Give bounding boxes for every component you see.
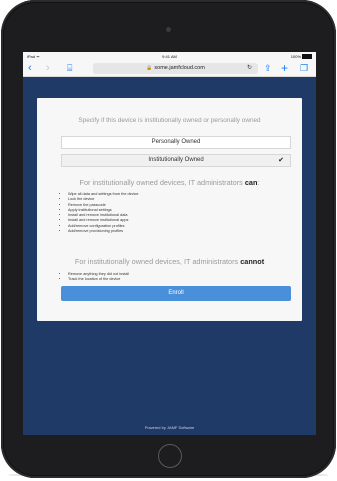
option-label: Personally Owned bbox=[151, 139, 201, 145]
status-bar: iPad ᯤ 9:41 AM 100% bbox=[23, 52, 316, 61]
list-item: Track the location of the device bbox=[68, 277, 129, 282]
cannot-list: Remove anything they did not install Tra… bbox=[61, 272, 129, 283]
reload-icon[interactable]: ↻ bbox=[247, 63, 252, 74]
list-item: Install and remove institutional apps bbox=[68, 218, 139, 223]
cannot-heading-bold: cannot bbox=[240, 257, 265, 266]
can-list: Wipe all data and settings from the devi… bbox=[61, 192, 139, 234]
chevron-right-icon[interactable]: › bbox=[46, 62, 50, 75]
personally-owned-option[interactable]: Personally Owned bbox=[61, 136, 291, 149]
can-heading-bold: can bbox=[244, 178, 258, 187]
status-time: 9:41 AM bbox=[162, 54, 177, 59]
battery-icon bbox=[302, 54, 312, 60]
url-text: some.jamfcloud.com bbox=[154, 65, 205, 71]
camera-icon bbox=[166, 27, 171, 32]
address-bar[interactable]: 🔒 some.jamfcloud.com ↻ bbox=[93, 63, 258, 74]
cannot-heading: For institutionally owned devices, IT ad… bbox=[37, 257, 302, 266]
option-label: Institutionally Owned bbox=[148, 157, 204, 163]
institutionally-owned-option[interactable]: Institutionally Owned ✔ bbox=[61, 154, 291, 167]
can-heading: For institutionally owned devices, IT ad… bbox=[37, 178, 302, 187]
checkmark-icon: ✔ bbox=[278, 157, 284, 164]
book-icon[interactable]: ⌸ bbox=[67, 62, 72, 75]
screen: iPad ᯤ 9:41 AM 100% ‹ › ⌸ 🔒 some.jamfclou… bbox=[23, 52, 316, 435]
powered-by-footer: Powered by JAMF Software bbox=[144, 425, 195, 430]
can-heading-colon: : bbox=[257, 178, 260, 187]
list-item: Add/remove provisioning profiles bbox=[68, 229, 139, 234]
battery-indicator: 100% bbox=[291, 52, 312, 61]
safari-toolbar: ‹ › ⌸ 🔒 some.jamfcloud.com ↻ ⇪ + ❐ bbox=[23, 61, 316, 77]
enroll-button[interactable]: Enroll bbox=[61, 286, 291, 301]
battery-percent: 100% bbox=[290, 54, 301, 59]
lock-icon: 🔒 bbox=[146, 65, 153, 71]
home-button[interactable] bbox=[158, 444, 182, 468]
ipad-frame: iPad ᯤ 9:41 AM 100% ‹ › ⌸ 🔒 some.jamfclou… bbox=[1, 0, 336, 478]
chevron-left-icon[interactable]: ‹ bbox=[28, 62, 32, 75]
tabs-icon[interactable]: ❐ bbox=[300, 62, 308, 75]
ownership-prompt: Specify if this device is institutionall… bbox=[78, 117, 261, 124]
enrollment-card: Specify if this device is institutionall… bbox=[37, 98, 302, 321]
share-icon[interactable]: ⇪ bbox=[264, 62, 272, 75]
can-heading-text: For institutionally owned devices, IT ad… bbox=[79, 178, 243, 187]
plus-icon[interactable]: + bbox=[281, 62, 288, 75]
cannot-heading-text: For institutionally owned devices, IT ad… bbox=[74, 257, 239, 266]
